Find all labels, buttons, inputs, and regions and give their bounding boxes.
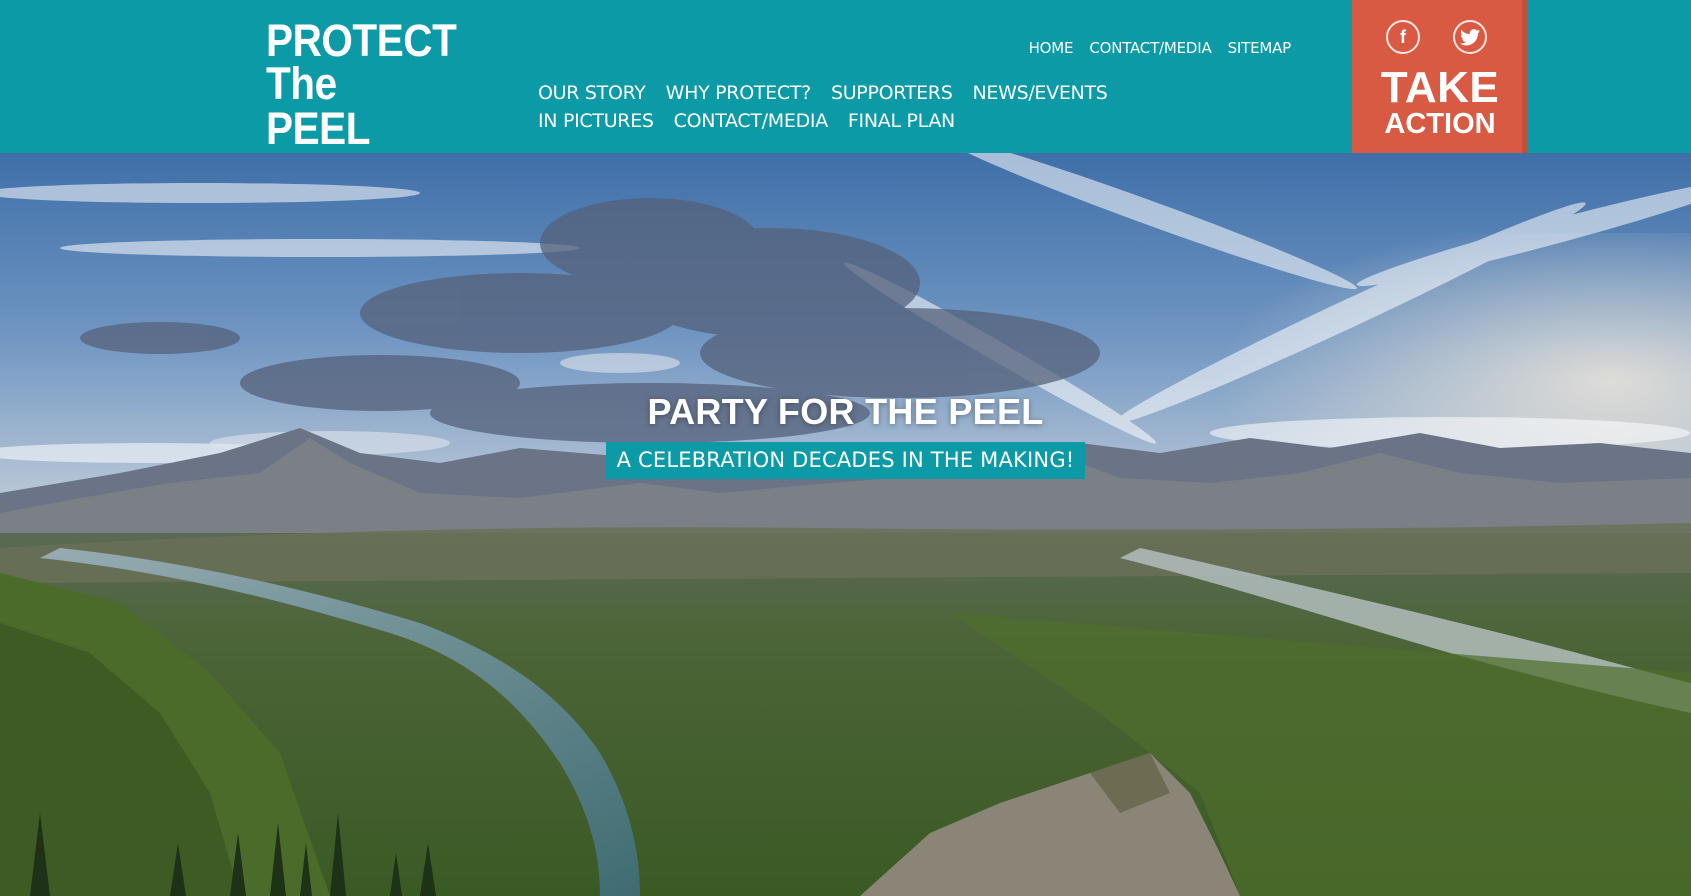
site-header: PROTECT The PEEL HOME CONTACT/MEDIA SITE… [0,0,1691,165]
nav-news-events[interactable]: NEWS/EVENTS [972,82,1107,104]
util-nav-sitemap[interactable]: SITEMAP [1228,39,1292,57]
nav-why-protect[interactable]: WHY PROTECT? [666,82,812,104]
take-action-label: TAKE ACTION [1352,0,1528,139]
nav-supporters[interactable]: SUPPORTERS [831,82,953,104]
util-nav-home[interactable]: HOME [1029,39,1074,57]
hero-section: PARTY FOR THE PEEL A CELEBRATION DECADES… [0,153,1691,896]
take-action-banner[interactable]: f TAKE ACTION [1352,0,1528,165]
util-nav-contact-media[interactable]: CONTACT/MEDIA [1089,39,1211,57]
take-action-line-2: ACTION [1384,108,1496,140]
hero-subtitle-wrap: A CELEBRATION DECADES IN THE MAKING! [0,442,1691,479]
nav-in-pictures[interactable]: IN PICTURES [538,110,654,132]
nav-final-plan[interactable]: FINAL PLAN [848,110,955,132]
main-nav: OUR STORY WHY PROTECT? SUPPORTERS NEWS/E… [538,82,1238,132]
hero-landscape-image [0,153,1691,896]
nav-contact-media[interactable]: CONTACT/MEDIA [674,110,829,132]
logo-line-1: PROTECT [266,15,457,66]
logo-line-2: The PEEL [266,58,370,154]
hero-title: PARTY FOR THE PEEL [647,391,1044,432]
nav-our-story[interactable]: OUR STORY [538,82,646,104]
take-action-line-1: TAKE [1380,63,1500,112]
utility-nav: HOME CONTACT/MEDIA SITEMAP [1029,39,1292,57]
hero-subtitle: A CELEBRATION DECADES IN THE MAKING! [605,442,1086,479]
site-logo[interactable]: PROTECT The PEEL [266,15,457,154]
